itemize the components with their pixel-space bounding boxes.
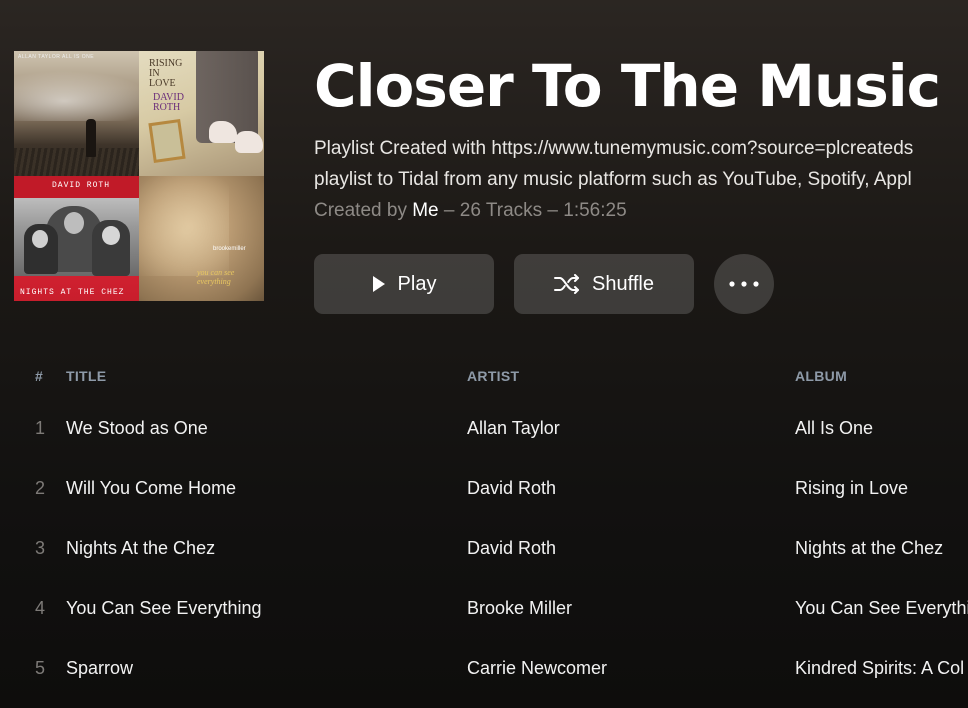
album-art-nights-at-the-chez: DAVID ROTH NIGHTS AT THE CHEZ	[14, 176, 139, 301]
track-number: 1	[35, 418, 46, 438]
playlist-description-line: playlist to Tidal from any music platfor…	[314, 169, 912, 190]
play-button-label: Play	[397, 272, 437, 295]
track-artist[interactable]: Allan Taylor	[467, 416, 560, 440]
track-title[interactable]: We Stood as One	[66, 416, 208, 440]
more-options-button[interactable]	[714, 254, 774, 314]
track-number: 5	[35, 658, 46, 678]
track-title[interactable]: Nights At the Chez	[66, 536, 215, 560]
more-horizontal-icon	[729, 281, 759, 287]
playlist-creator-link[interactable]: Me	[412, 200, 438, 221]
playlist-description-line: Playlist Created with https://www.tunemy…	[314, 138, 914, 159]
album-art-you-can-see-everything: brookemiller you can see everything	[139, 176, 264, 301]
track-row[interactable]: 3 Nights At the Chez David Roth Nights a…	[0, 536, 968, 596]
album-art-title: you can see everything	[197, 268, 235, 286]
track-row[interactable]: 2 Will You Come Home David Roth Rising i…	[0, 476, 968, 536]
album-art-title: NIGHTS AT THE CHEZ	[20, 288, 125, 297]
track-artist[interactable]: Brooke Miller	[467, 596, 572, 620]
track-title[interactable]: Will You Come Home	[66, 476, 236, 500]
track-album[interactable]: You Can See Everythin	[795, 596, 968, 620]
album-art-all-is-one: ALLAN TAYLOR ALL IS ONE	[14, 51, 139, 176]
album-art-artist: DAVID ROTH	[153, 92, 184, 113]
track-number: 2	[35, 478, 46, 498]
track-title[interactable]: You Can See Everything	[66, 596, 261, 620]
track-row[interactable]: 4 You Can See Everything Brooke Miller Y…	[0, 596, 968, 656]
shuffle-icon	[554, 274, 580, 294]
track-number: 3	[35, 538, 46, 558]
track-row[interactable]: 1 We Stood as One Allan Taylor All Is On…	[0, 416, 968, 476]
track-artist[interactable]: Carrie Newcomer	[467, 656, 607, 680]
play-icon	[372, 276, 386, 292]
album-art-rising-in-love: RISING IN LOVE DAVID ROTH	[139, 51, 264, 176]
column-header-title[interactable]: TITLE	[66, 368, 106, 384]
playlist-title: Closer To The Music	[314, 52, 941, 120]
playlist-cover: ALLAN TAYLOR ALL IS ONE RISING IN LOVE D…	[14, 51, 264, 301]
track-artist[interactable]: David Roth	[467, 536, 556, 560]
track-album[interactable]: Rising in Love	[795, 476, 908, 500]
created-by-label: Created by	[314, 200, 407, 221]
track-title[interactable]: Sparrow	[66, 656, 133, 680]
track-row[interactable]: 5 Sparrow Carrie Newcomer Kindred Spirit…	[0, 656, 968, 708]
track-table-header: # TITLE ARTIST ALBUM	[0, 368, 968, 386]
track-artist[interactable]: David Roth	[467, 476, 556, 500]
column-header-number: #	[35, 368, 44, 384]
album-art-artist: brookemiller	[213, 246, 246, 252]
playlist-stats: – 26 Tracks – 1:56:25	[443, 200, 627, 221]
column-header-album[interactable]: ALBUM	[795, 368, 847, 384]
column-header-artist[interactable]: ARTIST	[467, 368, 519, 384]
playlist-description: Playlist Created with https://www.tunemy…	[314, 133, 968, 195]
play-button[interactable]: Play	[314, 254, 494, 314]
track-number: 4	[35, 598, 46, 618]
album-art-artist: DAVID ROTH	[52, 181, 111, 190]
shuffle-button-label: Shuffle	[592, 272, 654, 295]
playlist-meta: Created by Me – 26 Tracks – 1:56:25	[314, 200, 627, 222]
track-album[interactable]: All Is One	[795, 416, 873, 440]
track-album[interactable]: Nights at the Chez	[795, 536, 943, 560]
album-art-caption: ALLAN TAYLOR ALL IS ONE	[18, 54, 95, 60]
track-album[interactable]: Kindred Spirits: A Col	[795, 656, 964, 680]
album-art-title: RISING IN LOVE	[149, 58, 183, 89]
shuffle-button[interactable]: Shuffle	[514, 254, 694, 314]
